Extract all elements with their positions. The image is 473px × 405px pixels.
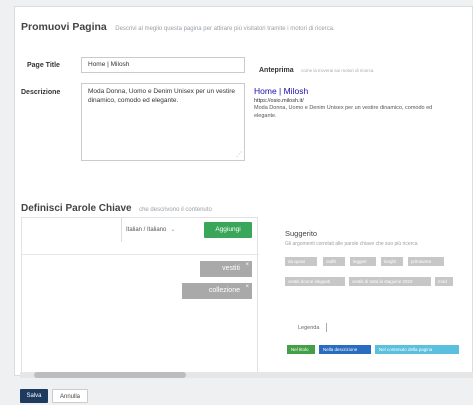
keyword-tag[interactable]: collezione × (182, 283, 252, 299)
legend-marker (326, 323, 329, 332)
legend-item-label: Nel titolo (291, 347, 309, 352)
keyword-tags-area: vestiti × collezione × (22, 254, 259, 304)
suggestion-tag[interactable]: primavera (408, 257, 444, 266)
cancel-button[interactable]: Annulla (52, 389, 88, 403)
keyword-tag[interactable]: vestiti × (200, 261, 252, 277)
suggestions-title: Suggerito (285, 229, 318, 238)
legend-label: Legenda (298, 325, 320, 331)
suggestion-tag[interactable]: mod (435, 277, 453, 286)
description-textarea[interactable]: Moda Donna, Uomo e Denim Unisex per un v… (81, 83, 245, 161)
legend-item-description: Nella descrizione (319, 345, 371, 354)
page-title-value: Home | Milosh (88, 61, 130, 68)
keywords-box: Italian / Italiano ⌄ Aggiungi vestiti × c… (21, 217, 259, 374)
suggestion-tag[interactable]: leggeri (350, 257, 376, 266)
keyword-tag-label: vestiti (222, 265, 240, 272)
page-title-input[interactable]: Home | Milosh (81, 57, 245, 73)
chevron-down-icon: ⌄ (170, 227, 176, 233)
preview-header: Anteprima come la troverai sui motori di… (259, 59, 373, 77)
legend-item-label: Nella descrizione (323, 347, 358, 352)
keywords-header: Definisci Parole Chiave che descrivono i… (21, 198, 212, 216)
suggestion-tag[interactable]: vestiti donne eleganti (285, 277, 345, 286)
preview-description: Moda Donna, Uomo e Denim Unisex per un v… (254, 105, 433, 119)
horizontal-scrollbar[interactable] (20, 372, 473, 378)
preview-url: https://osio.milosh.it/ (254, 98, 304, 104)
search-preview: Home | Milosh https://osio.milosh.it/ Mo… (254, 86, 454, 120)
suggestions-subtitle: Gli argomenti correlati alle parole chia… (285, 241, 418, 247)
resize-handle-icon[interactable]: ⋰ (236, 151, 242, 160)
seo-panel: Promuovi Pagina Descrivi al meglio quest… (14, 6, 473, 376)
remove-tag-icon[interactable]: × (245, 257, 249, 273)
panel-subtitle: Descrivi al meglio questa pagina per att… (115, 26, 335, 32)
description-label: Descrizione (21, 89, 61, 96)
keyword-tag-label: collezione (208, 287, 240, 294)
suggestion-tag[interactable]: da quasi (285, 257, 317, 266)
language-select[interactable]: Italian / Italiano ⌄ (126, 226, 175, 233)
page-title-label: Page Title (27, 62, 60, 69)
keywords-title: Definisci Parole Chiave (21, 203, 132, 214)
remove-tag-icon[interactable]: × (245, 279, 249, 295)
description-value: Moda Donna, Uomo e Denim Unisex per un v… (88, 88, 236, 104)
panel-header: Promuovi Pagina Descrivi al meglio quest… (21, 17, 335, 35)
legend-item-content: Nel contenuto della pagina (375, 345, 459, 354)
keywords-subtitle: che descrivono il contenuto (139, 207, 212, 213)
language-select-value: Italian / Italiano (126, 227, 167, 233)
add-keyword-button[interactable]: Aggiungi (204, 222, 252, 238)
keyword-input[interactable] (22, 218, 122, 242)
preview-page-title: Home | Milosh (254, 86, 309, 96)
legend-item-title: Nel titolo (287, 345, 315, 354)
preview-sublabel: come la troverai sui motori di ricerca (301, 68, 374, 73)
suggestion-tag[interactable]: vestiti di tutta la stagione 2023 (349, 277, 431, 286)
suggestion-tag[interactable]: lunghi (381, 257, 403, 266)
save-button[interactable]: Salva (20, 389, 48, 403)
suggestion-tag[interactable]: outfit (323, 257, 345, 266)
preview-label: Anteprima (259, 67, 294, 74)
scrollbar-thumb[interactable] (34, 372, 186, 378)
legend-item-label: Nel contenuto della pagina (379, 347, 433, 352)
panel-title: Promuovi Pagina (21, 21, 107, 33)
